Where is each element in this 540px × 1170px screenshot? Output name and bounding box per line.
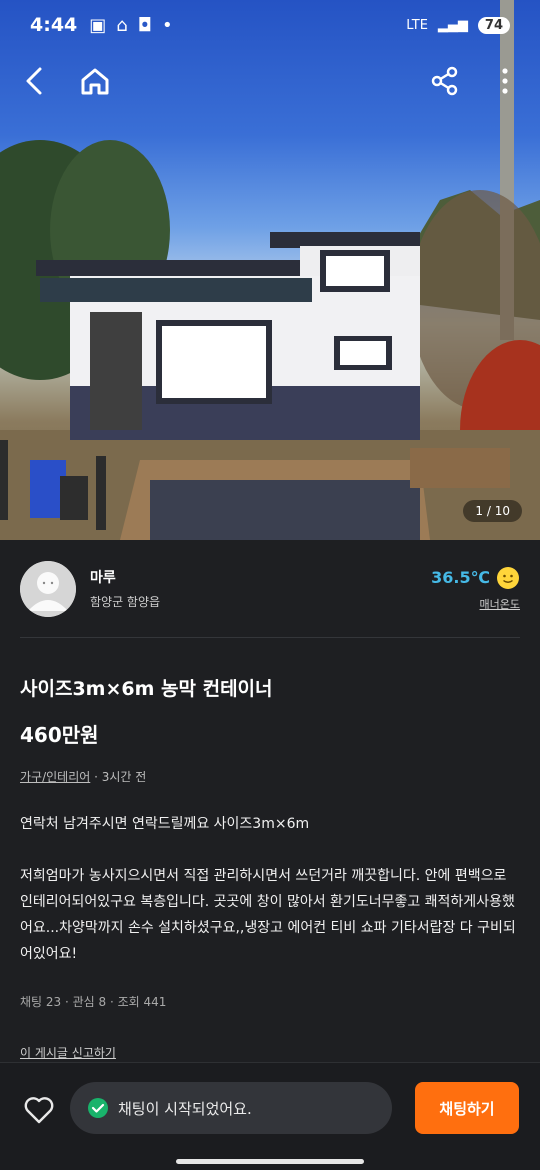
post-meta: 가구/인테리어 · 3시간 전 bbox=[20, 768, 520, 785]
seller-info: 마루 함양군 함양읍 bbox=[90, 567, 160, 610]
post-price: 460만원 bbox=[20, 723, 99, 747]
notification-icons: ▣ ⌂ ◘ • bbox=[89, 15, 172, 36]
top-navigation bbox=[0, 60, 540, 102]
avatar[interactable] bbox=[20, 560, 76, 617]
home-icon bbox=[81, 68, 109, 95]
home-button[interactable] bbox=[74, 60, 116, 102]
product-image[interactable]: 4:44 ▣ ⌂ ◘ • LTE ▂▄▆ 74 1 / 10 bbox=[0, 0, 540, 540]
status-time: 4:44 bbox=[30, 14, 78, 36]
report-link[interactable]: 이 게시글 신고하기 bbox=[20, 1044, 116, 1061]
screenshot-icon: ▣ bbox=[89, 14, 107, 36]
more-button[interactable] bbox=[484, 60, 526, 102]
chat-button[interactable]: 채팅하기 bbox=[415, 1082, 519, 1134]
home-notify-icon: ⌂ bbox=[116, 14, 128, 36]
post-time: · 3시간 전 bbox=[90, 770, 147, 784]
share-icon bbox=[431, 66, 458, 96]
back-arrow-icon bbox=[26, 67, 42, 95]
post-stats: 채팅 23 · 관심 8 · 조회 441 bbox=[20, 995, 167, 1009]
system-icons: LTE ▂▄▆ 74 bbox=[406, 16, 510, 34]
image-counter: 1 / 10 bbox=[463, 500, 522, 522]
more-vertical-icon bbox=[502, 68, 508, 94]
battery-indicator: 74 bbox=[477, 16, 510, 34]
smile-face-icon bbox=[497, 566, 519, 589]
default-avatar-icon bbox=[20, 560, 76, 617]
signal-icon: ▂▄▆ bbox=[437, 17, 468, 33]
body-paragraph: 연락처 남겨주시면 연락드릴께요 사이즈3m×6m bbox=[20, 816, 310, 832]
seller-profile[interactable]: 마루 함양군 함양읍 36.5℃ 매너온도 bbox=[20, 540, 520, 638]
network-type: LTE bbox=[406, 17, 428, 33]
temperature-value: 36.5℃ bbox=[431, 568, 490, 587]
dot-icon: • bbox=[161, 14, 173, 36]
home-indicator[interactable] bbox=[176, 1159, 364, 1164]
seller-name: 마루 bbox=[90, 570, 116, 586]
temperature-label[interactable]: 매너온도 bbox=[480, 596, 520, 612]
body-paragraph: 저희엄마가 농사지으시면서 직접 관리하시면서 쓰던거라 깨끗합니다. 안에 편… bbox=[20, 868, 516, 962]
like-button[interactable] bbox=[20, 1091, 58, 1129]
post-content: 마루 함양군 함양읍 36.5℃ 매너온도 사이즈3m×6m 농막 컨테이너 4… bbox=[0, 540, 540, 1061]
chat-started-toast: 채팅이 시작되었어요. bbox=[70, 1082, 392, 1134]
check-circle-icon bbox=[88, 1098, 108, 1118]
voicemail-icon: ◘ bbox=[137, 14, 152, 36]
status-bar: 4:44 ▣ ⌂ ◘ • LTE ▂▄▆ 74 bbox=[0, 0, 540, 50]
toast-text: 채팅이 시작되었어요. bbox=[118, 1099, 252, 1118]
post-title: 사이즈3m×6m 농막 컨테이너 bbox=[20, 678, 273, 700]
post-detail: 사이즈3m×6m 농막 컨테이너 460만원 가구/인테리어 · 3시간 전 연… bbox=[0, 674, 540, 1061]
category-link[interactable]: 가구/인테리어 bbox=[20, 770, 90, 784]
heart-icon bbox=[24, 1097, 54, 1124]
seller-location: 함양군 함양읍 bbox=[90, 595, 161, 609]
post-body: 연락처 남겨주시면 연락드릴께요 사이즈3m×6m 저희엄마가 농사지으시면서 … bbox=[20, 811, 520, 967]
share-button[interactable] bbox=[424, 60, 466, 102]
bottom-action-bar: 채팅이 시작되었어요. 채팅하기 bbox=[0, 1062, 540, 1170]
back-button[interactable] bbox=[14, 60, 56, 102]
manner-temperature[interactable]: 36.5℃ 매너온도 bbox=[431, 566, 520, 612]
